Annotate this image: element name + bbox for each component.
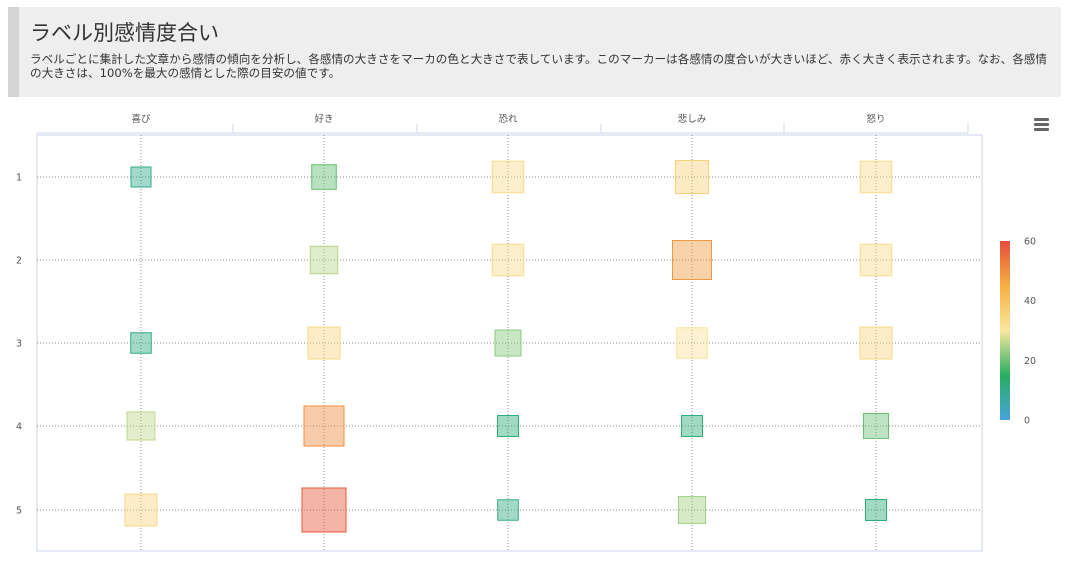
color-scale-tick-label: 40 <box>1024 296 1036 307</box>
heat-marker[interactable]: 36 <box>675 160 709 194</box>
heat-marker[interactable]: 22 <box>494 329 522 357</box>
heat-marker[interactable]: 33 <box>491 243 525 277</box>
heat-marker[interactable]: 50 <box>303 405 345 447</box>
heat-marker[interactable]: 48 <box>672 240 712 280</box>
heat-marker[interactable]: 12 <box>681 415 703 437</box>
category-label: 好き <box>314 113 333 125</box>
heat-marker[interactable]: 33 <box>859 243 893 277</box>
heat-marker[interactable]: 12 <box>865 499 887 521</box>
heat-marker[interactable]: 11 <box>130 332 152 354</box>
color-scale-tick-label: 0 <box>1024 416 1030 427</box>
heat-marker[interactable]: 33 <box>491 160 525 194</box>
row-label: 3 <box>16 339 22 350</box>
row-label: 5 <box>16 506 22 517</box>
heat-marker[interactable]: 19 <box>311 164 337 190</box>
heat-marker[interactable]: 33 <box>859 160 893 194</box>
color-scale-tick-label: 20 <box>1024 356 1036 367</box>
heat-marker[interactable]: 24 <box>678 496 706 524</box>
row-label: 1 <box>16 173 22 184</box>
row-label: 4 <box>16 422 22 433</box>
heat-marker[interactable]: 11 <box>497 499 519 521</box>
heatmap-chart: 1019333633253348331134223134265012122034… <box>16 113 1036 552</box>
category-label: 怒り <box>866 113 885 125</box>
heat-marker[interactable]: 12 <box>497 415 519 437</box>
color-scale-bar <box>1000 241 1010 420</box>
category-label: 喜び <box>131 113 151 125</box>
heat-marker[interactable]: 34 <box>307 326 341 360</box>
heat-marker[interactable]: 58 <box>301 487 347 533</box>
color-scale-tick-label: 60 <box>1024 237 1036 248</box>
heat-marker[interactable]: 31 <box>676 327 708 359</box>
category-label: 恐れ <box>498 114 518 125</box>
heat-marker[interactable]: 26 <box>126 411 156 441</box>
category-label: 悲しみ <box>678 113 707 125</box>
heat-marker[interactable]: 25 <box>309 245 339 275</box>
heat-marker[interactable]: 10 <box>130 166 152 188</box>
heat-marker[interactable]: 34 <box>859 326 893 360</box>
color-scale-legend: 0 20 40 60 <box>1000 237 1036 427</box>
heat-marker[interactable]: 34 <box>124 493 158 527</box>
heat-marker[interactable]: 20 <box>863 413 889 439</box>
row-label: 2 <box>16 256 22 267</box>
